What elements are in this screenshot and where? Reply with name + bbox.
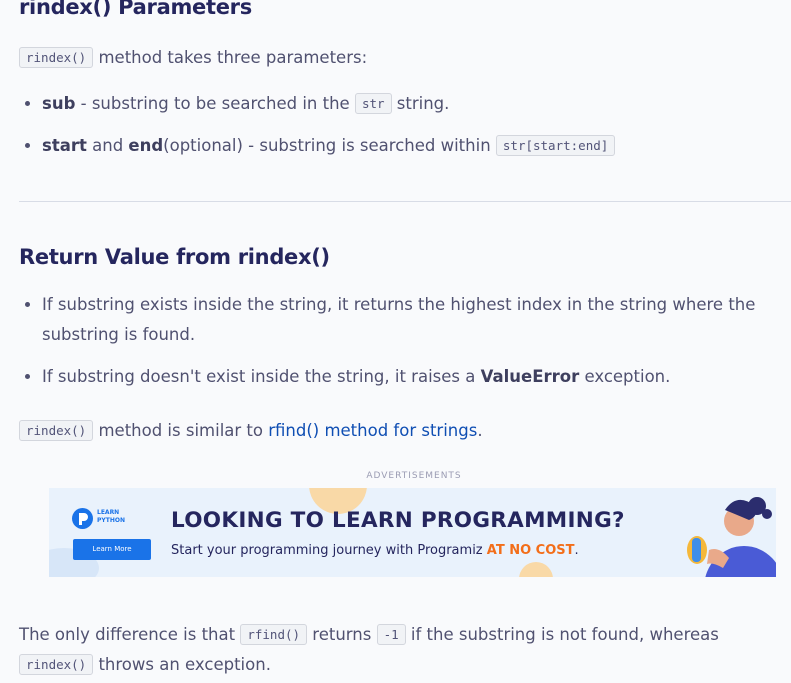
bold-valueerror: ValueError (480, 367, 580, 386)
paragraph-text: method is similar to (93, 421, 269, 440)
item-text-end: exception. (579, 367, 671, 386)
heading-rindex-parameters: rindex() Parameters (19, 0, 252, 19)
programiz-logo-icon (72, 508, 93, 529)
list-item: If substring doesn't exist inside the st… (42, 362, 782, 392)
list-item-sub: sub - substring to be searched in the st… (42, 89, 782, 119)
paragraph-text: if the substring is not found, whereas (405, 625, 719, 644)
param-desc: (optional) - substring is searched withi… (163, 136, 496, 155)
subtitle-text: Start your programming journey with Prog… (171, 543, 487, 558)
item-text: If substring doesn't exist inside the st… (42, 367, 481, 386)
rfind-link[interactable]: rfind() method for strings (268, 421, 477, 440)
inline-code: rindex() (19, 654, 94, 675)
param-name: start (42, 136, 87, 155)
param-name: end (128, 136, 164, 155)
intro-text: method takes three parameters: (98, 48, 368, 67)
subtitle-end: . (574, 543, 579, 558)
ad-banner[interactable]: LEARN PYTHON Learn More LOOKING TO LEARN… (49, 488, 776, 577)
inline-code: str (354, 93, 392, 114)
banner-title: LOOKING TO LEARN PROGRAMMING? (171, 508, 625, 533)
logo-line1: LEARN (97, 509, 120, 516)
banner-subtitle: Start your programming journey with Prog… (171, 543, 579, 558)
return-value-list: If substring exists inside the string, i… (19, 290, 782, 404)
parameters-list: sub - substring to be searched in the st… (19, 89, 782, 173)
list-item: If substring exists inside the string, i… (42, 290, 782, 350)
inline-code: rindex() (19, 420, 94, 441)
section-divider (19, 201, 791, 202)
paragraph-end: . (477, 421, 483, 440)
closing-paragraph: The only difference is that rfind() retu… (19, 620, 759, 680)
decorative-shape (519, 562, 553, 577)
advertisements-label: ADVERTISEMENTS (366, 471, 462, 481)
logo-text: LEARN PYTHON (97, 509, 125, 525)
heading-return-value: Return Value from rindex() (19, 245, 330, 269)
param-desc: - substring to be searched in the (75, 94, 355, 113)
paragraph-text: The only difference is that (19, 625, 241, 644)
param-joiner: and (86, 136, 129, 155)
param-desc-end: string. (391, 94, 450, 113)
paragraph-text: throws an exception. (93, 655, 271, 674)
learn-more-button[interactable]: Learn More (73, 539, 151, 560)
inline-code: str[start:end] (495, 135, 616, 156)
similar-paragraph: rindex() method is similar to rfind() me… (19, 416, 483, 446)
inline-code: rfind() (240, 624, 308, 645)
subtitle-accent: AT NO COST (486, 543, 575, 558)
parameters-intro: rindex() method takes three parameters: (19, 43, 367, 73)
inline-code: rindex() (19, 47, 94, 68)
param-name: sub (42, 94, 76, 113)
inline-code: -1 (376, 624, 406, 645)
list-item-start-end: start and end(optional) - substring is s… (42, 131, 782, 161)
person-illustration-icon (687, 497, 776, 577)
logo-line2: PYTHON (97, 517, 125, 524)
paragraph-text: returns (307, 625, 377, 644)
